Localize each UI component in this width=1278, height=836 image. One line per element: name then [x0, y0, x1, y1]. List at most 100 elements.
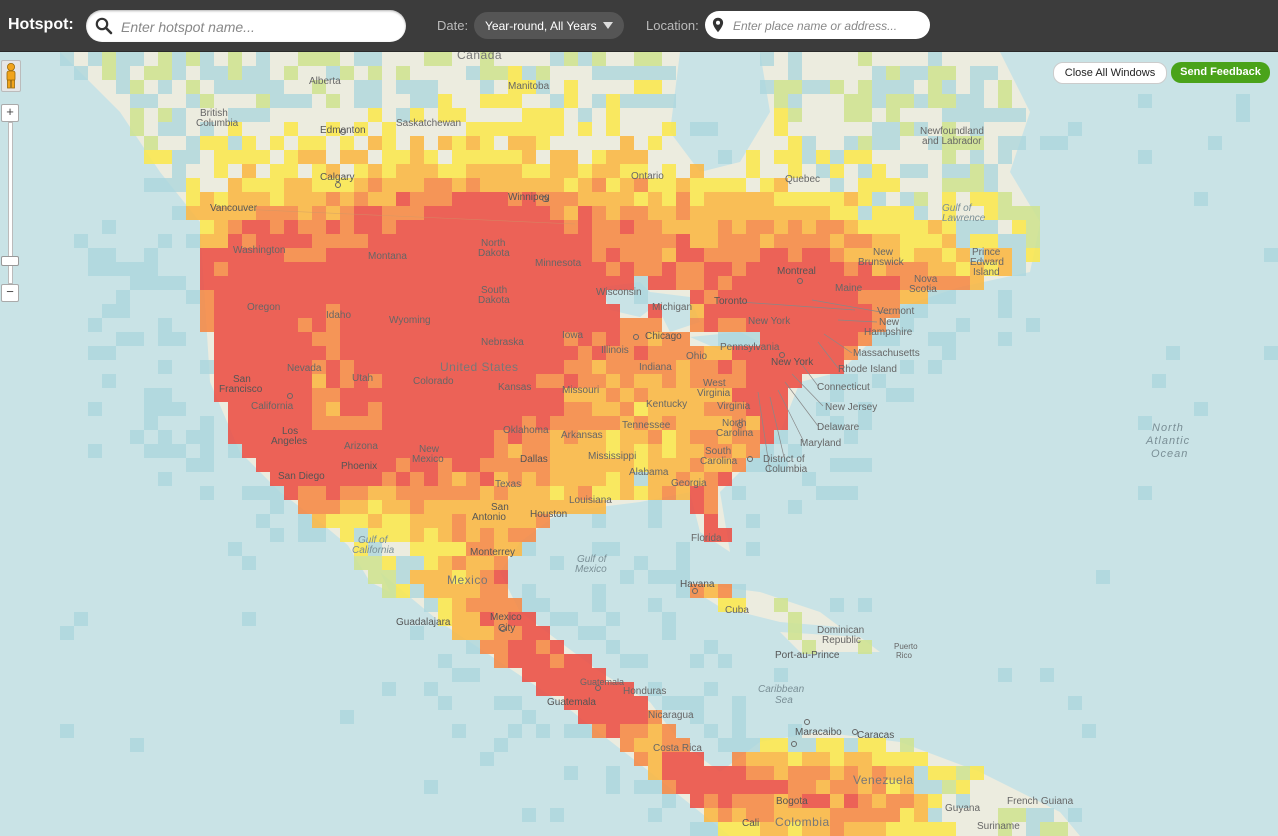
heat-cell [186, 150, 200, 164]
map-canvas[interactable]: Canada Alberta Manitoba British Columbia… [0, 52, 1278, 836]
heat-cell [452, 346, 466, 360]
heat-cell [662, 192, 676, 206]
close-all-windows-button[interactable]: Close All Windows [1053, 62, 1167, 84]
heat-cell [732, 234, 746, 248]
heat-cell [116, 262, 130, 276]
heat-cell [816, 248, 830, 262]
heat-cell [830, 150, 844, 164]
heat-cell [480, 598, 494, 612]
heat-cell [774, 206, 788, 220]
heat-cell [494, 318, 508, 332]
heat-cell [284, 332, 298, 346]
heat-cell [270, 374, 284, 388]
heat-cell [438, 52, 452, 66]
heat-cell [396, 514, 410, 528]
heat-cell [1138, 486, 1152, 500]
heat-cell [522, 626, 536, 640]
heat-cell [760, 52, 774, 66]
hotspot-name-input[interactable] [119, 16, 403, 38]
heat-cell [368, 108, 382, 122]
heat-cell [970, 108, 984, 122]
heat-cell [1012, 136, 1026, 150]
heat-cell [368, 500, 382, 514]
heat-cell [368, 416, 382, 430]
send-feedback-button[interactable]: Send Feedback [1171, 62, 1270, 83]
zoom-slider-handle[interactable] [1, 256, 19, 266]
heat-cell [396, 80, 410, 94]
heat-cell [648, 752, 662, 766]
heat-cell [284, 346, 298, 360]
heat-cell [606, 122, 620, 136]
heat-cell [200, 66, 214, 80]
zoom-out-button[interactable]: − [1, 284, 19, 302]
heat-cell [844, 332, 858, 346]
label-mexico-city-1: Mexico [490, 612, 522, 623]
heat-cell [732, 710, 746, 724]
heat-cell [312, 290, 326, 304]
heat-cell [228, 402, 242, 416]
heat-cell [746, 220, 760, 234]
heat-cell [480, 640, 494, 654]
location-search-box[interactable] [705, 11, 930, 39]
zoom-in-button[interactable]: + [1, 104, 19, 122]
label-gulf-of-mexico-2: Mexico [575, 564, 607, 575]
heat-cell [886, 80, 900, 94]
heat-cell [914, 220, 928, 234]
heat-cell [172, 206, 186, 220]
heat-cell [970, 164, 984, 178]
street-view-pegman[interactable] [1, 60, 21, 92]
heat-cell [340, 206, 354, 220]
heat-cell [438, 402, 452, 416]
date-select[interactable]: Year-round, All Years [474, 12, 624, 39]
heat-cell [480, 388, 494, 402]
heat-cell [200, 276, 214, 290]
heat-cell [410, 430, 424, 444]
heat-cell [858, 598, 872, 612]
heat-cell [550, 486, 564, 500]
heat-cell [900, 192, 914, 206]
heat-cell [242, 332, 256, 346]
heat-cell [200, 220, 214, 234]
heat-cell [1026, 808, 1040, 822]
heat-cell [928, 822, 942, 836]
heat-cell [900, 122, 914, 136]
heat-cell [690, 654, 704, 668]
label-maracaibo: Maracaibo [795, 727, 842, 738]
heat-cell [396, 402, 410, 416]
heat-cell [452, 668, 466, 682]
heat-cell [760, 276, 774, 290]
heat-cell [144, 150, 158, 164]
heat-cell [858, 80, 872, 94]
heat-cell [522, 318, 536, 332]
heat-cell [872, 164, 886, 178]
heat-cell [676, 542, 690, 556]
heat-cell [312, 374, 326, 388]
heat-cell [354, 318, 368, 332]
location-input[interactable] [731, 16, 925, 36]
heat-cell [1068, 122, 1082, 136]
heat-cell [662, 220, 676, 234]
label-illinois: Illinois [601, 345, 629, 356]
hotspot-search-box[interactable] [86, 10, 406, 42]
heat-cell [760, 388, 774, 402]
heat-cell [662, 374, 676, 388]
heat-cell [536, 402, 550, 416]
heat-cell [326, 430, 340, 444]
heat-cell [704, 122, 718, 136]
heat-cell [158, 52, 172, 66]
heat-cell [732, 584, 746, 598]
heat-cell [984, 178, 998, 192]
heat-cell [494, 164, 508, 178]
heat-cell [578, 290, 592, 304]
heat-cell [998, 304, 1012, 318]
label-republic: Republic [822, 635, 861, 646]
heat-cell [690, 178, 704, 192]
heat-cell [564, 150, 578, 164]
heat-cell [704, 206, 718, 220]
heat-cell [284, 388, 298, 402]
heat-cell [550, 654, 564, 668]
heat-cell [172, 66, 186, 80]
heat-cell [970, 66, 984, 80]
heat-cell [326, 290, 340, 304]
heat-cell [312, 262, 326, 276]
